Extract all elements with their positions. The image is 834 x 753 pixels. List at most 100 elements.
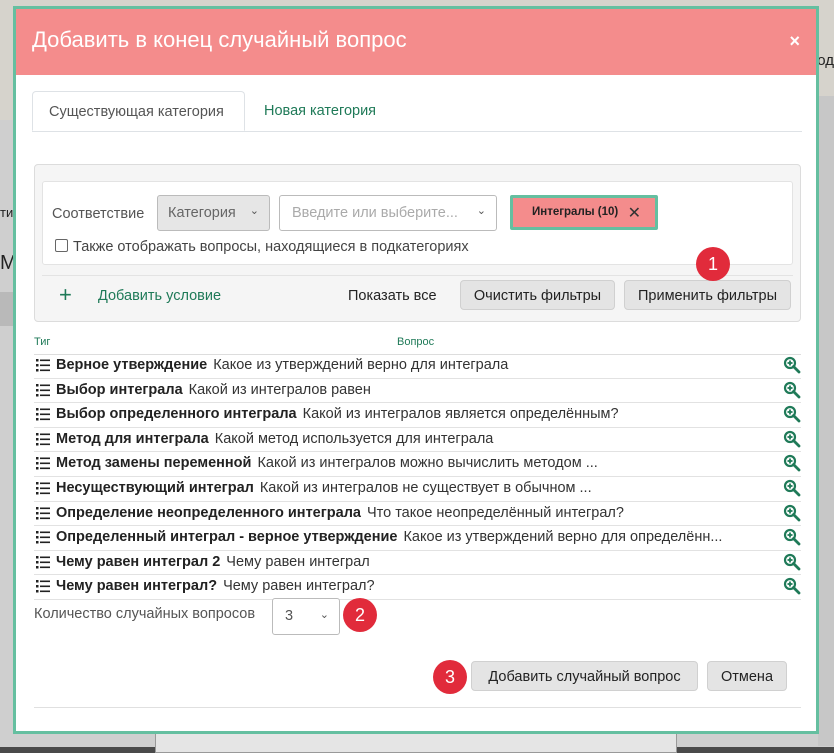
cancel-button[interactable]: Отмена — [707, 661, 787, 691]
question-row[interactable]: Метод замены переменной Какой из интеграл… — [34, 452, 801, 477]
preview-zoom-icon[interactable] — [783, 381, 801, 399]
question-description: Какой из интегралов равен — [188, 381, 371, 398]
background-scrollbar — [818, 96, 834, 746]
question-description: Какой из интегралов не существует в обыч… — [259, 479, 592, 496]
question-row[interactable]: Несуществующий интеграл Какой из интеграл… — [34, 477, 801, 502]
question-name: Чему равен интеграл 2 — [56, 553, 221, 570]
question-text: Выбор интеграла Какой из интегралов равен — [56, 382, 771, 398]
question-row[interactable]: Метод для интеграла Какой метод используе… — [34, 428, 801, 453]
category-select-value: Категория — [168, 205, 236, 221]
tag-label: Интегралы (10) — [532, 206, 619, 218]
multichoice-list-icon — [36, 555, 50, 569]
remove-tag-icon[interactable]: ✕ — [628, 203, 641, 223]
preview-zoom-icon[interactable] — [783, 454, 801, 472]
preview-zoom-icon[interactable] — [783, 479, 801, 497]
multichoice-list-icon — [36, 531, 50, 544]
question-list-header: Тиг Вопрос — [34, 336, 801, 355]
preview-zoom-icon[interactable] — [783, 528, 801, 546]
dialog-header: Добавить в конец случайный вопрос × — [16, 9, 816, 75]
plus-icon[interactable]: + — [59, 282, 72, 308]
question-description: Какой из интегралов является определённы… — [302, 406, 619, 423]
question-text: Метод для интеграла Какой метод используе… — [56, 431, 771, 447]
tab-new-category[interactable]: Новая категория — [248, 91, 392, 131]
question-text: Метод замены переменной Какой из интеграл… — [56, 455, 771, 471]
subcategory-option[interactable]: Также отображать вопросы, находящиеся в … — [55, 239, 469, 255]
subcategory-label: Также отображать вопросы, находящиеся в … — [73, 239, 469, 255]
preview-zoom-icon[interactable] — [783, 553, 801, 571]
question-description: Что такое неопределённый интеграл? — [366, 504, 624, 521]
question-description: Какой из интегралов можно вычислить мето… — [257, 455, 598, 472]
dialog-title: Добавить в конец случайный вопрос — [32, 27, 407, 52]
add-condition-link[interactable]: Добавить условие — [98, 288, 221, 304]
step-badge-1: 1 — [696, 247, 730, 281]
question-text: Выбор определенного интеграла Какой из ин… — [56, 406, 771, 422]
chevron-down-icon: ⌄ — [319, 609, 329, 621]
show-all-link[interactable]: Показать все — [348, 288, 437, 304]
question-name: Определение неопределенного интеграла — [56, 504, 361, 521]
add-random-question-button[interactable]: Добавить случайный вопрос — [471, 661, 698, 691]
multichoice-list-icon — [36, 580, 50, 593]
preview-zoom-icon[interactable] — [783, 577, 801, 595]
question-text: Определенный интеграл - верное утвержден… — [56, 529, 771, 545]
category-search-input[interactable]: Введите или выберите... ⌄ — [279, 195, 497, 231]
question-row[interactable]: Определение неопределенного интеграла Что… — [34, 502, 801, 527]
question-text: Несуществующий интеграл Какой из интеграл… — [56, 480, 771, 496]
question-row[interactable]: Верное утверждение Какое из утверждений в… — [34, 354, 801, 379]
preview-zoom-icon[interactable] — [783, 356, 801, 374]
question-row[interactable]: Чему равен интеграл 2 Чему равен интеграл — [34, 551, 801, 576]
multichoice-list-icon — [36, 408, 50, 421]
clear-filters-button[interactable]: Очистить фильтры — [460, 280, 615, 310]
chevron-down-icon[interactable]: ⌄ — [477, 204, 486, 217]
preview-zoom-icon[interactable] — [783, 430, 801, 448]
apply-filters-button[interactable]: Применить фильтры — [624, 280, 791, 310]
multichoice-list-icon — [36, 506, 50, 520]
question-row[interactable]: Выбор определенного интеграла Какой из ин… — [34, 403, 801, 428]
multichoice-list-icon — [36, 383, 50, 397]
question-list: Верное утверждение Какое из утверждений в… — [34, 354, 801, 600]
category-tabs: Существующая категория Новая категория — [32, 91, 802, 132]
match-label: Соответствие — [52, 206, 145, 222]
multichoice-list-icon — [36, 359, 50, 372]
preview-zoom-icon[interactable] — [783, 504, 801, 522]
question-row[interactable]: Определенный интеграл - верное утвержден… — [34, 526, 801, 551]
question-text: Верное утверждение Какое из утверждений в… — [56, 357, 771, 373]
question-description: Чему равен интеграл? — [223, 578, 375, 595]
question-name: Выбор интеграла — [56, 381, 183, 398]
question-row[interactable]: Выбор интеграла Какой из интегралов равен — [34, 379, 801, 404]
question-text: Определение неопределенного интеграла Что… — [56, 505, 771, 521]
column-type[interactable]: Тиг — [34, 336, 50, 348]
background-text: ти — [0, 205, 14, 220]
tab-existing-category[interactable]: Существующая категория — [32, 91, 245, 131]
search-placeholder: Введите или выберите... — [292, 205, 458, 221]
random-count-label: Количество случайных вопросов — [34, 606, 256, 622]
step-badge-2: 2 — [343, 598, 377, 632]
question-description: Какое из утверждений верно для определён… — [403, 529, 723, 546]
preview-zoom-icon[interactable] — [783, 405, 801, 423]
subcategory-checkbox[interactable] — [55, 239, 68, 252]
step-badge-3: 3 — [433, 660, 467, 694]
selected-category-tag: Интегралы (10) ✕ — [510, 195, 658, 230]
question-name: Метод замены переменной — [56, 455, 252, 472]
question-name: Выбор определенного интеграла — [56, 406, 297, 423]
multichoice-list-icon — [36, 457, 50, 470]
filter-condition: Соответствие Категория ⌄ Введите или выб… — [42, 181, 793, 265]
multichoice-list-icon — [36, 432, 50, 446]
multichoice-list-icon — [36, 481, 50, 495]
close-button[interactable]: × — [789, 31, 800, 52]
question-name: Метод для интеграла — [56, 430, 209, 447]
random-count-select[interactable]: 3 ⌄ — [272, 598, 340, 635]
category-select[interactable]: Категория ⌄ — [157, 195, 270, 231]
filter-panel: Соответствие Категория ⌄ Введите или выб… — [34, 164, 801, 322]
question-text: Чему равен интеграл 2 Чему равен интеграл — [56, 554, 771, 570]
chevron-down-icon: ⌄ — [249, 205, 259, 217]
question-name: Чему равен интеграл? — [56, 578, 218, 595]
random-count-value: 3 — [285, 608, 294, 624]
question-text: Чему равен интеграл? Чему равен интеграл? — [56, 578, 771, 594]
column-question[interactable]: Вопрос — [397, 336, 434, 348]
question-name: Определенный интеграл - верное утвержден… — [56, 529, 398, 546]
question-row[interactable]: Чему равен интеграл? Чему равен интеграл? — [34, 575, 801, 600]
question-name: Верное утверждение — [56, 357, 208, 373]
question-description: Чему равен интеграл — [226, 553, 370, 570]
background-text: од — [817, 52, 834, 69]
question-description: Какой метод используется для интеграла — [214, 430, 494, 447]
